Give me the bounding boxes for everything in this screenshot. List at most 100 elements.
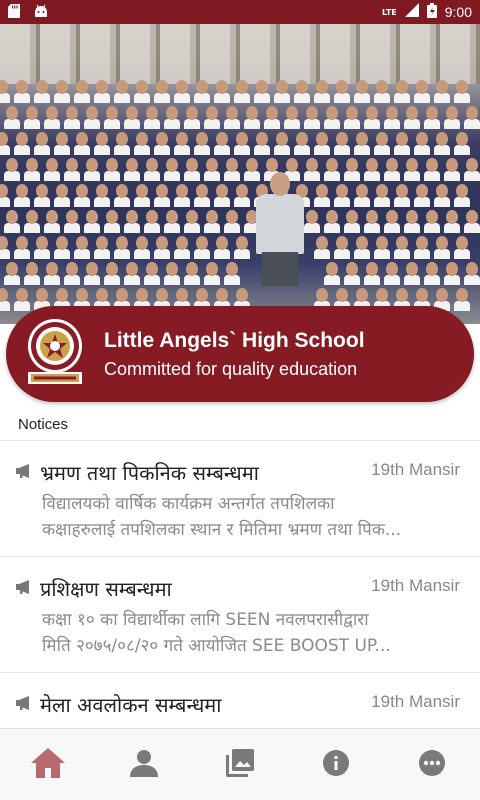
notice-item[interactable]: भ्रमण तथा पिकनिक सम्बन्धमा 19th Mansir व… bbox=[0, 441, 480, 557]
student-shirt bbox=[124, 223, 140, 233]
student-shirt bbox=[224, 119, 240, 129]
student-face bbox=[116, 80, 128, 94]
student-shirt bbox=[174, 145, 190, 155]
student-face bbox=[156, 184, 168, 198]
student-shirt bbox=[34, 249, 50, 259]
student-shirt bbox=[314, 145, 330, 155]
student-face bbox=[0, 80, 8, 94]
student-shirt bbox=[384, 275, 400, 285]
school-card[interactable]: Little Angels` High School Committed for… bbox=[6, 306, 474, 402]
notice-summary-line: कक्षाहरुलाई तपशिलका स्थान र मितिमा भ्रमण… bbox=[42, 520, 402, 540]
student-shirt bbox=[124, 275, 140, 285]
student-face bbox=[136, 80, 148, 94]
student-shirt bbox=[414, 249, 430, 259]
student-face bbox=[416, 132, 428, 146]
student-shirt bbox=[394, 249, 410, 259]
battery-icon bbox=[426, 2, 437, 22]
sd-card-icon bbox=[8, 3, 20, 22]
student-face bbox=[356, 236, 368, 250]
student-shirt bbox=[14, 197, 30, 207]
student-face bbox=[26, 106, 38, 120]
android-icon bbox=[34, 3, 48, 22]
notice-item[interactable]: प्रशिक्षण सम्बन्धमा 19th Mansir कक्षा १०… bbox=[0, 557, 480, 673]
student-face bbox=[56, 184, 68, 198]
notice-summary-line: विद्यालयको वार्षिक कार्यक्रम अन्तर्गत तप… bbox=[42, 494, 335, 514]
notice-summary-line: कक्षा १० का विद्यार्थीका लागि SEEN नवलपर… bbox=[42, 610, 369, 630]
student-face bbox=[166, 106, 178, 120]
student-face bbox=[246, 158, 258, 172]
student-face bbox=[346, 106, 358, 120]
student-shirt bbox=[74, 145, 90, 155]
megaphone-icon bbox=[16, 695, 32, 714]
student-face bbox=[76, 236, 88, 250]
student-face bbox=[6, 262, 18, 276]
student-face bbox=[156, 236, 168, 250]
student-shirt bbox=[204, 119, 220, 129]
student-face bbox=[106, 210, 118, 224]
student-shirt bbox=[364, 171, 380, 181]
student-face bbox=[436, 184, 448, 198]
nav-more-button[interactable] bbox=[384, 729, 480, 800]
student-face bbox=[376, 80, 388, 94]
student-shirt bbox=[54, 93, 70, 103]
notice-title: प्रशिक्षण सम्बन्धमा bbox=[40, 577, 172, 601]
student-face bbox=[356, 288, 368, 302]
student-face bbox=[176, 236, 188, 250]
student-shirt bbox=[24, 223, 40, 233]
student-face bbox=[0, 184, 8, 198]
student-shirt bbox=[204, 171, 220, 181]
student-face bbox=[236, 184, 248, 198]
student-face bbox=[186, 210, 198, 224]
student-shirt bbox=[154, 249, 170, 259]
student-shirt bbox=[334, 93, 350, 103]
student-shirt bbox=[124, 171, 140, 181]
student-face bbox=[346, 158, 358, 172]
student-face bbox=[206, 106, 218, 120]
student-face bbox=[76, 132, 88, 146]
student-face bbox=[466, 158, 478, 172]
student-face bbox=[346, 262, 358, 276]
student-shirt bbox=[414, 93, 430, 103]
student-shirt bbox=[64, 223, 80, 233]
student-face bbox=[406, 158, 418, 172]
student-face bbox=[276, 80, 288, 94]
student-face bbox=[416, 236, 428, 250]
student-face bbox=[126, 158, 138, 172]
student-shirt bbox=[104, 119, 120, 129]
nav-home-button[interactable] bbox=[0, 729, 96, 800]
student-shirt bbox=[304, 119, 320, 129]
student-face bbox=[396, 236, 408, 250]
notice-title: भ्रमण तथा पिकनिक सम्बन्धमा bbox=[40, 461, 259, 485]
student-face bbox=[456, 288, 468, 302]
student-face bbox=[206, 158, 218, 172]
student-face bbox=[356, 184, 368, 198]
student-shirt bbox=[174, 249, 190, 259]
student-face bbox=[56, 80, 68, 94]
student-face bbox=[366, 158, 378, 172]
student-face bbox=[336, 288, 348, 302]
student-shirt bbox=[414, 145, 430, 155]
student-face bbox=[386, 158, 398, 172]
nav-info-button[interactable] bbox=[288, 729, 384, 800]
student-shirt bbox=[54, 145, 70, 155]
nav-profile-button[interactable] bbox=[96, 729, 192, 800]
student-face bbox=[426, 262, 438, 276]
student-face bbox=[336, 184, 348, 198]
student-face bbox=[156, 132, 168, 146]
student-shirt bbox=[144, 119, 160, 129]
student-shirt bbox=[164, 119, 180, 129]
student-face bbox=[76, 184, 88, 198]
student-face bbox=[6, 210, 18, 224]
student-shirt bbox=[364, 119, 380, 129]
student-shirt bbox=[164, 171, 180, 181]
bottom-navigation bbox=[0, 728, 480, 800]
student-face bbox=[406, 210, 418, 224]
student-shirt bbox=[24, 275, 40, 285]
student-face bbox=[66, 158, 78, 172]
student-face bbox=[16, 132, 28, 146]
nav-gallery-button[interactable] bbox=[192, 729, 288, 800]
student-face bbox=[176, 184, 188, 198]
student-face bbox=[396, 80, 408, 94]
student-shirt bbox=[364, 223, 380, 233]
student-shirt bbox=[314, 93, 330, 103]
